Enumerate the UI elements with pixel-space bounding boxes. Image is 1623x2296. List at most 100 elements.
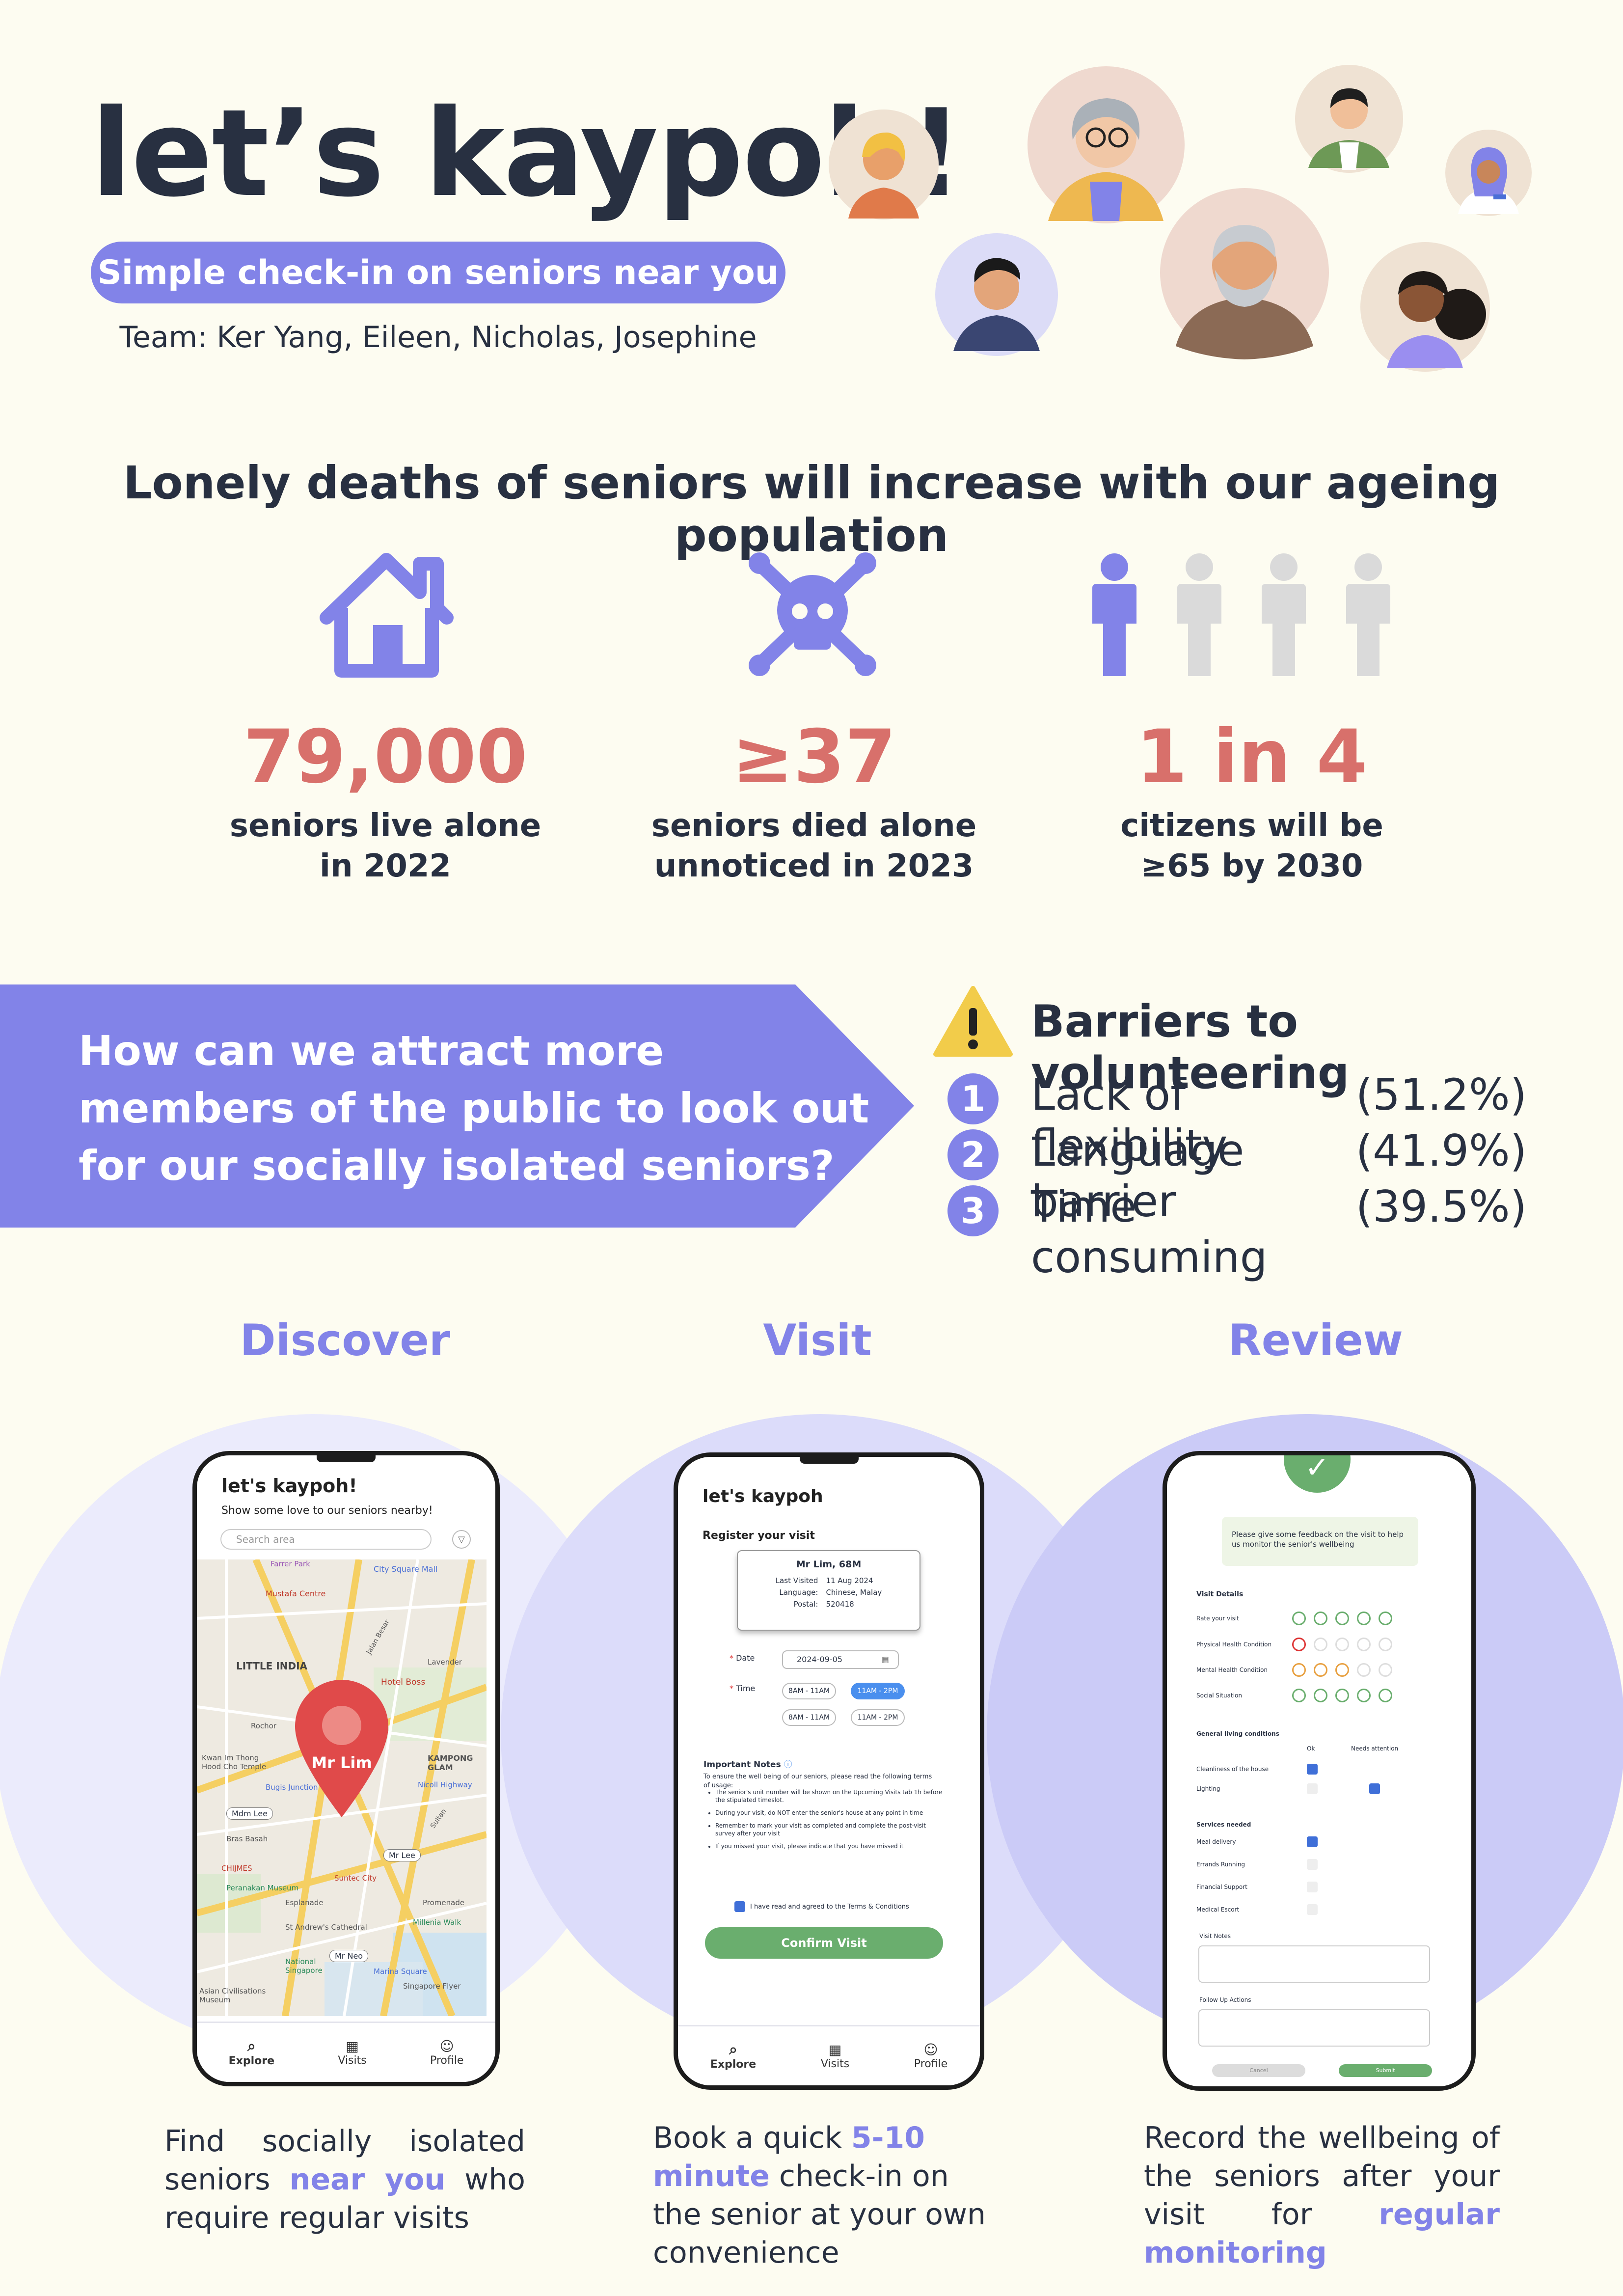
phone-notch	[799, 1457, 859, 1464]
section-title: General living conditions	[1196, 1730, 1279, 1737]
step-title-review: Review	[1228, 1315, 1403, 1366]
avatar-woman-apron	[829, 109, 939, 219]
tab-bar: ⌕ Explore ▦ Visits ☺ Profile	[197, 2022, 495, 2082]
checkbox-unchecked[interactable]	[1307, 1904, 1318, 1915]
map-label: St Andrew's Cathedral	[285, 1923, 367, 1932]
service-label: Financial Support	[1196, 1884, 1247, 1890]
stat-caption: seniors live alone in 2022	[229, 808, 541, 884]
calendar-icon: ▦	[346, 2038, 359, 2054]
section-headline: Lonely deaths of seniors will increase w…	[123, 457, 1500, 562]
info-icon: ⓘ	[784, 1760, 792, 1770]
timeslot-button[interactable]: 8AM - 11AM	[782, 1683, 836, 1699]
tab-explore[interactable]: ⌕ Explore	[710, 2041, 756, 2071]
person-icon: ☺	[439, 2038, 454, 2054]
tab-visits[interactable]: ▦ Visits	[338, 2038, 366, 2067]
date-input[interactable]: 2024-09-05 ▦	[782, 1650, 899, 1669]
checkbox-unchecked[interactable]	[1307, 1859, 1318, 1870]
column-ok: Ok	[1307, 1745, 1315, 1752]
screen-title: let's kaypoh!	[221, 1475, 357, 1497]
confirm-visit-button[interactable]: Confirm Visit	[705, 1927, 943, 1959]
barrier-item: Time consuming (39.5%)	[1031, 1181, 1527, 1283]
visit-description: Book a quick 5-10 minute check-in on the…	[653, 2121, 986, 2270]
map-label: Millenia Walk	[413, 1918, 461, 1927]
house-icon	[320, 553, 454, 678]
submit-button[interactable]: Submit	[1339, 2064, 1432, 2077]
step-title-discover: Discover	[240, 1315, 451, 1366]
person-grey-icons	[1177, 553, 1390, 676]
living-label: Cleanliness of the house	[1196, 1766, 1269, 1773]
face-rating-row[interactable]	[1292, 1638, 1400, 1653]
checkbox-checked[interactable]	[1369, 1783, 1380, 1794]
tab-explore[interactable]: ⌕ Explore	[229, 2038, 274, 2067]
postal-value: 520418	[826, 1600, 854, 1609]
notes-title: Important Notes ⓘ	[703, 1760, 792, 1770]
stat-caption: citizens will be ≥65 by 2030	[1120, 808, 1383, 884]
map-label: CHIJMES	[221, 1864, 252, 1873]
map-label: Marina Square	[374, 1967, 427, 1976]
avatar-man-green-jacket	[1295, 65, 1403, 173]
face-rating-row[interactable]	[1292, 1689, 1400, 1704]
face-rating-row[interactable]	[1292, 1663, 1400, 1679]
feedback-banner: Please give some feedback on the visit t…	[1222, 1517, 1418, 1566]
senior-marker[interactable]: Mdm Lee	[226, 1807, 273, 1820]
section-title: Register your visit	[703, 1530, 815, 1542]
tagline-pill: Simple check-in on seniors near you	[91, 242, 785, 303]
senior-marker[interactable]: Mr Lee	[383, 1849, 421, 1861]
timeslot-button[interactable]: 11AM - 2PM	[851, 1709, 905, 1726]
map-label: Lavender	[428, 1658, 462, 1667]
avatar-grandma-glasses	[1028, 66, 1185, 223]
map-view[interactable]: Farrer Park City Square Mall Mustafa Cen…	[197, 1559, 487, 2016]
section-title: Services needed	[1196, 1821, 1251, 1828]
screen-subtitle: Show some love to our seniors nearby!	[221, 1504, 433, 1517]
note-item: During your visit, do NOT enter the seni…	[715, 1809, 946, 1817]
visit-notes-input[interactable]	[1198, 1945, 1430, 1983]
search-input[interactable]: Search area	[220, 1529, 432, 1550]
map-label: Peranakan Museum	[226, 1884, 299, 1892]
tab-profile[interactable]: ☺ Profile	[430, 2038, 463, 2067]
avatar-woman-hijab	[1445, 130, 1532, 216]
avatar-woman-dark-hair	[1360, 242, 1490, 372]
phone-notch	[317, 1455, 376, 1462]
service-label: Meal delivery	[1196, 1838, 1236, 1845]
tab-profile[interactable]: ☺ Profile	[914, 2042, 947, 2070]
tab-visits[interactable]: ▦ Visits	[821, 2042, 849, 2070]
people-ratio-icon	[1092, 553, 1390, 676]
note-item: If you missed your visit, please indicat…	[715, 1842, 946, 1850]
checkbox-checked[interactable]	[734, 1901, 745, 1912]
map-label: Kwan Im Thong Hood Cho Temple	[202, 1753, 267, 1771]
skull-crossbones-icon	[749, 552, 876, 676]
cancel-button[interactable]: Cancel	[1212, 2064, 1305, 2077]
language-value: Chinese, Malay	[826, 1588, 882, 1597]
location-pin-icon[interactable]	[290, 1677, 393, 1820]
senior-name: Mr Lim, 68M	[796, 1559, 862, 1570]
face-rating-row[interactable]	[1292, 1612, 1400, 1627]
avatar-young-man	[935, 233, 1058, 356]
timeslot-button[interactable]: 8AM - 11AM	[782, 1709, 836, 1726]
agree-checkbox-row[interactable]: I have read and agreed to the Terms & Co…	[734, 1901, 909, 1912]
follow-up-input[interactable]	[1198, 2009, 1430, 2047]
stat-number: 79,000	[243, 714, 528, 800]
map-label: Mustafa Centre	[266, 1589, 326, 1598]
check-icon: ✓	[1284, 1455, 1351, 1493]
number-badge: 1	[947, 1073, 999, 1124]
map-label: Bras Basah	[226, 1834, 268, 1843]
rating-row-label: Social Situation	[1196, 1692, 1242, 1699]
checkbox-checked[interactable]	[1307, 1764, 1318, 1775]
rating-row-label: Mental Health Condition	[1196, 1667, 1268, 1673]
checkbox-checked[interactable]	[1307, 1836, 1318, 1847]
checkbox-unchecked[interactable]	[1307, 1783, 1318, 1794]
time-label: * Time	[730, 1684, 756, 1693]
map-label: Farrer Park	[270, 1559, 310, 1568]
timeslot-button-selected[interactable]: 11AM - 2PM	[851, 1683, 905, 1699]
review-description: Record the wellbeing of the seniors afte…	[1144, 2121, 1500, 2270]
map-label: LITTLE INDIA	[236, 1660, 307, 1672]
warning-icon	[933, 986, 1013, 1057]
rating-row-label: Physical Health Condition	[1196, 1641, 1272, 1648]
checkbox-unchecked[interactable]	[1307, 1882, 1318, 1892]
senior-marker[interactable]: Mr Neo	[329, 1950, 369, 1962]
tab-bar: ⌕ Explore ▦ Visits ☺ Profile	[678, 2025, 980, 2085]
filter-icon[interactable]: ▽	[452, 1530, 471, 1549]
last-visited-label: Last Visited	[775, 1576, 818, 1585]
map-label: KAMPONG GLAM	[428, 1753, 473, 1772]
map-label: Suntec City	[334, 1874, 377, 1883]
